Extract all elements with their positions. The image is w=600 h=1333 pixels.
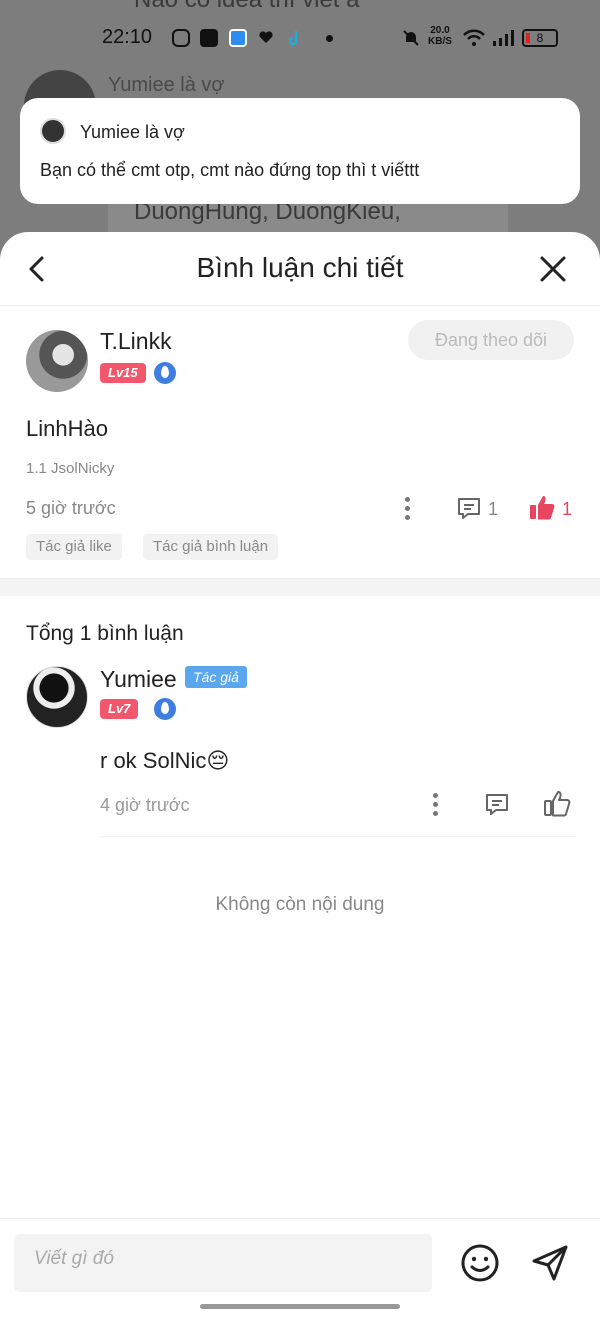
sheet-title: Bình luận chi tiết <box>196 252 404 283</box>
reply-username[interactable]: Yumiee <box>100 666 177 693</box>
tiktok-icon <box>288 29 303 47</box>
drop-badge-icon <box>154 698 176 720</box>
author-liked-tag: Tác giả like <box>26 534 122 560</box>
signal-icon <box>491 29 515 47</box>
sheet-header: Bình luận chi tiết <box>0 232 600 306</box>
comment-content: LinhHào <box>26 416 108 441</box>
home-indicator[interactable] <box>200 1304 400 1309</box>
comment-count: 1 <box>488 499 499 519</box>
more-options-icon[interactable] <box>433 793 439 817</box>
comment-bubble-icon[interactable] <box>456 496 482 522</box>
status-bar: 22:10 20.0 KB/S 8 <box>0 22 600 54</box>
like-count: 1 <box>562 499 573 519</box>
level-badge: Lv7 <box>100 699 139 719</box>
notification-body: Bạn có thể cmt otp, cmt nào đứng top thì… <box>40 160 420 180</box>
network-speed-unit: KB/S <box>428 36 452 47</box>
reply-timestamp: 4 giờ trước <box>100 795 190 815</box>
notification-title: Yumiee là vợ <box>80 122 185 142</box>
network-speed: 20.0 KB/S <box>428 25 452 47</box>
like-filled-icon[interactable] <box>528 494 556 522</box>
emoji-icon[interactable] <box>458 1241 502 1285</box>
notification-avatar <box>40 118 66 144</box>
network-speed-value: 20.0 <box>430 25 450 36</box>
reply-divider <box>100 836 574 837</box>
wifi-icon <box>462 29 486 47</box>
facebook-icon <box>200 29 218 47</box>
author-commented-tag: Tác giả bình luận <box>143 534 279 560</box>
comment-detail-sheet: Bình luận chi tiết T.Linkk Lv15 Đang the… <box>0 232 600 1333</box>
comment-username[interactable]: T.Linkk <box>100 328 172 355</box>
avatar[interactable] <box>26 666 88 728</box>
background-text: Nào có idea thì viết á <box>134 0 359 14</box>
background-author-name: Yumiee là vợ <box>108 74 225 96</box>
comment-input-bar: Viết gì đó <box>0 1218 600 1333</box>
comment-input[interactable]: Viết gì đó <box>14 1234 432 1292</box>
send-icon[interactable] <box>528 1241 572 1285</box>
app-icon <box>229 29 247 47</box>
drop-badge-icon <box>154 362 176 384</box>
quoted-reference[interactable]: 1.1 JsolNicky <box>26 460 114 477</box>
like-outline-icon[interactable] <box>542 789 572 819</box>
close-icon[interactable] <box>538 254 568 284</box>
notification-dot-icon <box>326 35 333 42</box>
end-of-content-label: Không còn nội dung <box>215 894 385 915</box>
heart-icon <box>258 29 274 47</box>
more-options-icon[interactable] <box>405 497 411 521</box>
total-comments-label: Tổng 1 bình luận <box>26 622 184 645</box>
battery-indicator: 8 <box>522 29 558 47</box>
clock: 22:10 <box>102 26 153 48</box>
mute-bell-icon <box>402 29 420 47</box>
reply-content: r ok SolNic😔 <box>100 748 230 773</box>
comment-bubble-icon[interactable] <box>484 792 510 818</box>
author-badge: Tác giả <box>185 666 247 688</box>
level-badge: Lv15 <box>100 363 146 383</box>
avatar[interactable] <box>26 330 88 392</box>
notification-banner[interactable]: Yumiee là vợ Bạn có thể cmt otp, cmt nào… <box>20 98 580 204</box>
following-button[interactable]: Đang theo dõi <box>408 320 574 360</box>
instagram-icon <box>172 29 190 47</box>
comment-timestamp: 5 giờ trước <box>26 498 116 518</box>
section-divider <box>0 578 600 596</box>
